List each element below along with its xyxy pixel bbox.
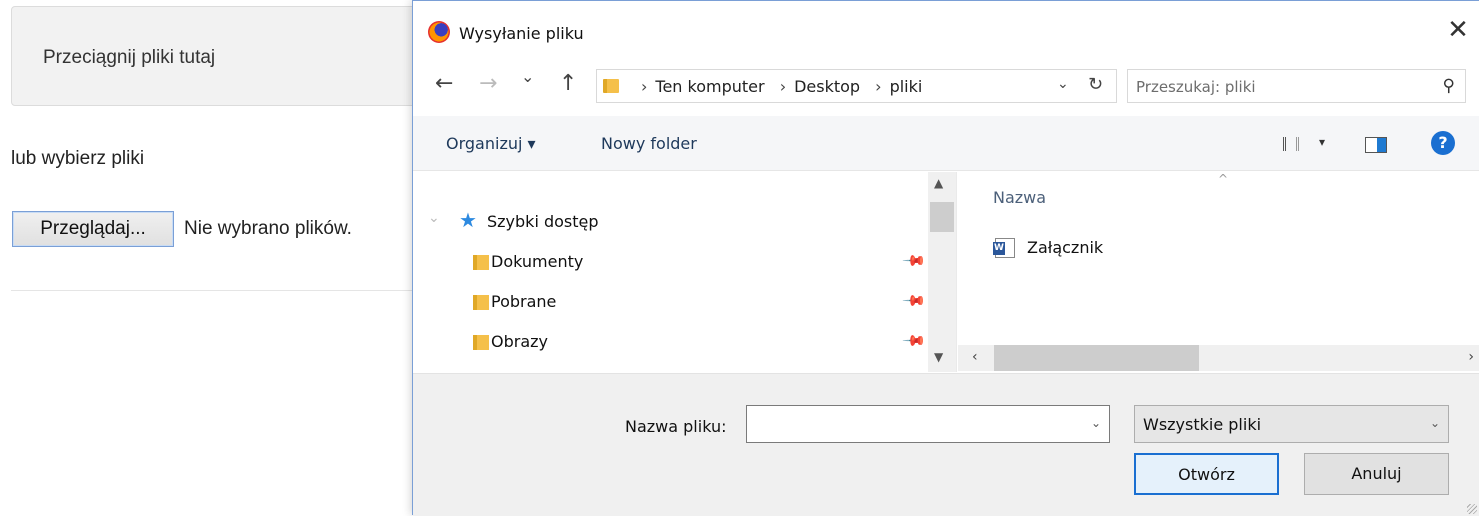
search-input[interactable]: Przeszukaj: pliki ⚲ [1127,69,1466,103]
pin-icon: 📌 [901,328,928,354]
pictures-folder-icon [473,335,489,350]
pin-icon: 📌 [901,248,928,274]
file-upload-dialog: Wysyłanie pliku ✕ ← → ⌄ ↑ › Ten komputer … [412,0,1479,516]
sidebar-item-documents[interactable]: Dokumenty [491,252,583,271]
file-item[interactable]: Załącznik [1027,238,1103,257]
folder-icon [603,79,619,93]
new-folder-button[interactable]: Nowy folder [601,134,697,153]
drop-zone-label: Przeciągnij pliki tutaj [43,47,216,68]
horizontal-scrollbar[interactable]: ‹ › [958,345,1479,371]
file-list-pane: ^ Nazwa W Załącznik ‹ › [958,172,1479,372]
scroll-left-icon[interactable]: ‹ [972,349,978,365]
forward-arrow-icon[interactable]: → [479,71,497,96]
sidebar-item-pictures[interactable]: Obrazy [491,332,548,351]
close-icon[interactable]: ✕ [1443,15,1473,45]
documents-folder-icon [473,255,489,270]
preview-pane-icon[interactable] [1365,137,1387,153]
address-bar[interactable]: › Ten komputer › Desktop › pliki ⌄ ↻ [596,69,1117,103]
help-icon[interactable]: ? [1431,131,1455,155]
scroll-right-icon[interactable]: › [1468,349,1474,365]
chevron-down-icon[interactable]: ⌄ [1430,416,1440,430]
sidebar-item-downloads[interactable]: Pobrane [491,292,556,311]
breadcrumb-separator: › [641,77,648,96]
page-divider [11,290,421,291]
search-icon[interactable]: ⚲ [1443,76,1455,96]
no-files-status: Nie wybrano plików. [184,218,352,239]
sort-ascending-icon: ^ [1218,172,1229,186]
pin-icon: 📌 [901,288,928,314]
quick-access-star-icon: ★ [459,208,477,232]
command-toolbar: Organizuj ▾ Nowy folder ▾ ? [413,116,1479,171]
breadcrumb-separator: › [779,77,787,96]
search-placeholder: Przeszukaj: pliki [1136,78,1256,96]
scroll-up-icon[interactable]: ▲ [934,176,943,190]
navigation-bar: ← → ⌄ ↑ › Ten komputer › Desktop › pliki ⌄ … [413,63,1479,107]
filename-field[interactable]: ⌄ [746,405,1110,443]
cancel-button[interactable]: Anuluj [1304,453,1449,495]
view-options-caret-icon[interactable]: ▾ [1319,135,1325,149]
breadcrumb-item[interactable]: Ten komputer [655,77,764,96]
back-arrow-icon[interactable]: ← [435,71,453,96]
refresh-icon[interactable]: ↻ [1088,74,1103,95]
recent-locations-chevron-icon[interactable]: ⌄ [521,67,534,86]
breadcrumb: › Ten komputer › Desktop › pliki [637,77,928,96]
file-drop-zone[interactable]: Przeciągnij pliki tutaj [11,6,431,106]
breadcrumb-item[interactable]: pliki [890,77,923,96]
address-dropdown-icon[interactable]: ⌄ [1057,76,1069,92]
view-options-icon[interactable] [1283,137,1299,151]
navigation-pane: ⌄ ★ Szybki dostęp Dokumenty 📌 Pobrane 📌 … [413,172,957,372]
downloads-folder-icon [473,295,489,310]
browse-button[interactable]: Przeglądaj... [12,211,174,247]
file-type-select[interactable]: Wszystkie pliki ⌄ [1134,405,1449,443]
firefox-icon [428,21,450,43]
column-header-name[interactable]: Nazwa [993,188,1046,207]
filename-label: Nazwa pliku: [625,417,727,436]
vertical-scrollbar[interactable]: ▲ ▼ [928,172,956,372]
scrollbar-thumb[interactable] [930,202,954,232]
dialog-footer: Nazwa pliku: ⌄ Wszystkie pliki ⌄ Otwórz … [413,373,1479,516]
organize-menu-button[interactable]: Organizuj ▾ [446,134,536,153]
chevron-down-icon[interactable]: ⌄ [1091,416,1101,430]
word-document-icon: W [993,238,1015,258]
resize-grip-icon[interactable] [1467,504,1477,514]
dialog-title: Wysyłanie pliku [459,24,584,43]
up-arrow-icon[interactable]: ↑ [559,71,577,96]
file-type-value: Wszystkie pliki [1143,415,1262,434]
open-button[interactable]: Otwórz [1134,453,1279,495]
choose-files-label: lub wybierz pliki [11,148,145,169]
scroll-down-icon[interactable]: ▼ [934,350,943,364]
sidebar-item-quick-access[interactable]: Szybki dostęp [487,212,599,231]
breadcrumb-item[interactable]: Desktop [794,77,860,96]
dialog-titlebar[interactable]: Wysyłanie pliku ✕ [413,1,1479,53]
scrollbar-thumb[interactable] [994,345,1199,371]
expand-chevron-icon[interactable]: ⌄ [428,210,440,226]
breadcrumb-separator: › [875,77,882,96]
